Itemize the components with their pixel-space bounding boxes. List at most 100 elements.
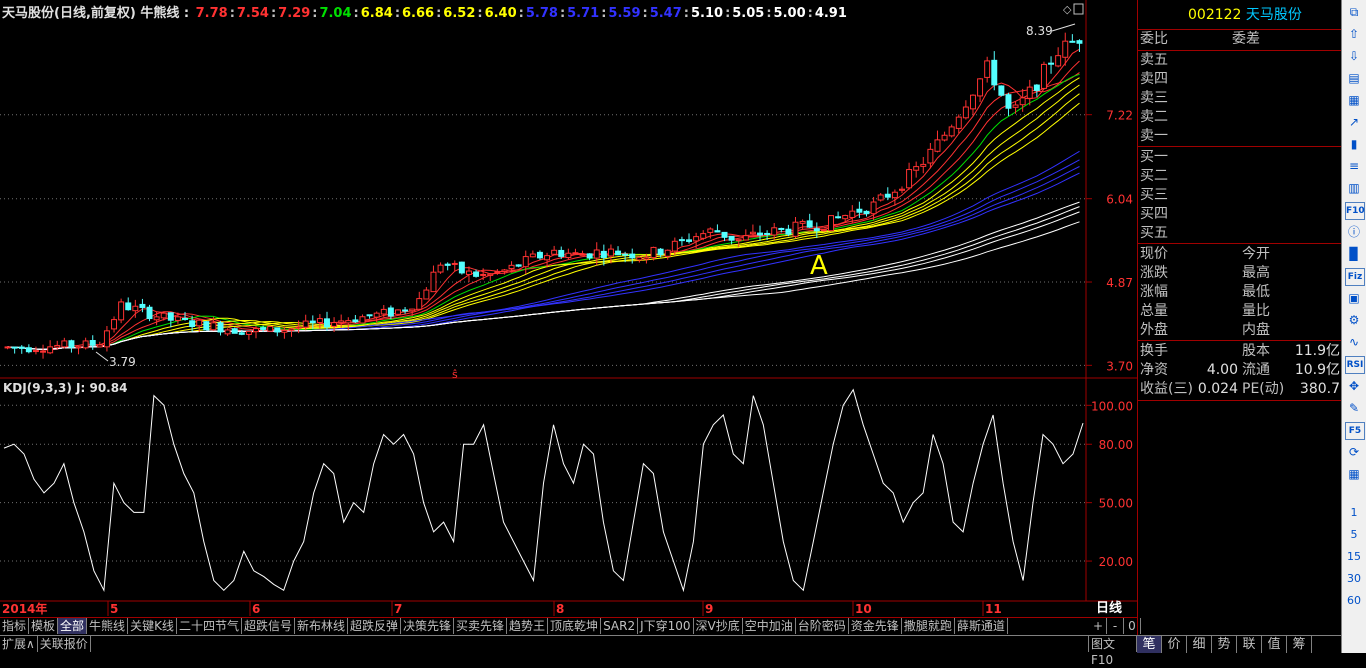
indicator-tab[interactable]: 超跌反弹	[348, 618, 401, 634]
indicator-tab[interactable]: 全部	[58, 618, 88, 634]
right-toolbar: ⧉ ⇧ ⇩ ▤ ▦ ↗ ▮ ≡ ▥ F10 ⓘ ▉ Fiz ▣ ⚙ ∿ RSI ✥ ✎ F5 ⟳ ▦ 1 5 15 30 60	[1341, 0, 1366, 653]
sell-level-5: 卖五	[1140, 52, 1168, 68]
candle-body	[522, 256, 529, 268]
indicator-tab[interactable]: 指标	[0, 618, 30, 634]
period-60-button[interactable]: 60	[1342, 594, 1366, 607]
down-arrow-icon[interactable]: ⇩	[1345, 48, 1363, 64]
indicator-tab[interactable]: 顶底乾坤	[548, 618, 602, 634]
indicator-tab[interactable]: 趋势王	[507, 618, 549, 634]
low-price-label: 3.79	[109, 355, 136, 369]
candle-body	[1019, 97, 1026, 106]
candle-body	[210, 322, 217, 331]
candle-body	[693, 236, 700, 242]
line-chart-icon[interactable]: ↗	[1345, 114, 1363, 130]
fundamental-label: 收益(三)	[1140, 381, 1193, 397]
period-5-button[interactable]: 5	[1342, 528, 1366, 541]
bottom-tab[interactable]: 关联报价	[38, 636, 91, 652]
wave-icon[interactable]: ∿	[1345, 334, 1363, 350]
indicator-tab[interactable]: 模板	[29, 618, 59, 634]
indicator-tab[interactable]: 关键K线	[128, 618, 177, 634]
stock-name: 天马股份	[1245, 7, 1302, 23]
period-label[interactable]: 日线	[1096, 600, 1122, 616]
candle-body	[189, 320, 196, 328]
candle-body	[1055, 55, 1062, 67]
indicator-tab[interactable]: 超跌信号	[242, 618, 295, 634]
candle-body	[721, 231, 728, 238]
diamond-icon[interactable]: ◇	[1063, 3, 1072, 16]
period-30-button[interactable]: 30	[1342, 572, 1366, 585]
indicator-tab[interactable]: 资金先锋	[849, 618, 902, 634]
candle-body	[387, 307, 394, 317]
tab-control-button[interactable]: 0	[1124, 618, 1141, 634]
tab-control-button[interactable]: +	[1090, 618, 1107, 634]
bottom-tab[interactable]: 扩展∧	[0, 636, 38, 652]
panel-tab[interactable]: 筹	[1287, 636, 1312, 653]
stock-header: 002122 天马股份	[1188, 6, 1302, 25]
indicator-tab[interactable]: 深V抄底	[694, 618, 743, 634]
candle-body	[792, 221, 799, 237]
indicator-tab[interactable]: 二十四节气	[177, 618, 242, 634]
candle-body	[969, 94, 976, 110]
kdj-tick-label: 100.00	[1091, 399, 1133, 413]
indicator-tab[interactable]: 撒腿就跑	[902, 618, 955, 634]
candle-body	[742, 235, 749, 241]
image-icon[interactable]: ▣	[1345, 290, 1363, 306]
table-icon[interactable]: ▥	[1345, 180, 1363, 196]
indicator-tab[interactable]: 空中加油	[743, 618, 796, 634]
high-price-pointer	[1051, 23, 1076, 32]
event-marker-icon[interactable]: ŝ	[452, 368, 458, 381]
panel-tab[interactable]: 联	[1237, 636, 1262, 653]
indicator-tab[interactable]: 牛熊线	[87, 618, 129, 634]
bar-icon[interactable]: ▉	[1345, 246, 1363, 262]
indicator-tab[interactable]: 决策先锋	[401, 618, 455, 634]
indicator-tab[interactable]: 薛斯通道	[955, 618, 1008, 634]
candle-body	[331, 322, 338, 327]
indicator-tab[interactable]: SAR2	[601, 618, 639, 634]
candle-body	[1005, 94, 1012, 109]
f5-icon[interactable]: F5	[1345, 422, 1365, 440]
tile-icon[interactable]: ▦	[1345, 466, 1363, 482]
window-restore-icon[interactable]	[1073, 3, 1084, 15]
restore-icon[interactable]: ⧉	[1345, 4, 1363, 20]
f10-icon[interactable]: F10	[1345, 202, 1365, 220]
indicator-tab[interactable]: J下穿100	[638, 618, 694, 634]
list-icon[interactable]: ≡	[1345, 158, 1363, 174]
candle-body	[18, 346, 25, 349]
candle-body	[686, 239, 693, 242]
candle-body	[345, 320, 352, 324]
indicator-tab[interactable]: 买卖先锋	[454, 618, 508, 634]
tab-control-button[interactable]: -	[1107, 618, 1124, 634]
candle-body	[714, 230, 721, 233]
fundamental-value: 0.024	[1197, 381, 1238, 397]
fiz-icon[interactable]: Fiz	[1345, 268, 1365, 286]
panel-tab[interactable]: 笔	[1137, 636, 1162, 653]
panel-tab[interactable]: 势	[1212, 636, 1237, 653]
candle-body	[167, 312, 174, 321]
candle-body	[529, 253, 536, 258]
chart-icon[interactable]: ▤	[1345, 70, 1363, 86]
pen-icon[interactable]: ✎	[1345, 400, 1363, 416]
separator	[1138, 146, 1341, 147]
panel-tab[interactable]: 价	[1162, 636, 1187, 653]
candle-body	[643, 257, 650, 260]
grid-icon[interactable]: ▦	[1345, 92, 1363, 108]
candle-body	[68, 340, 75, 348]
period-15-button[interactable]: 15	[1342, 550, 1366, 563]
panel-tab[interactable]: 值	[1262, 636, 1287, 653]
price-chart[interactable]: ◇ 7.22 6.04 4.87 3.70 100.00 80.00 50.00 20.00…	[0, 0, 1137, 617]
indicator-tab[interactable]: 新布林线	[295, 618, 348, 634]
info-icon[interactable]: ⓘ	[1345, 224, 1363, 240]
candle-body	[1026, 86, 1033, 99]
panel-tab[interactable]: 细	[1187, 636, 1212, 653]
period-1-button[interactable]: 1	[1342, 506, 1366, 519]
candle-body	[288, 328, 295, 331]
bottom-bar: 扩展∧ 关联报价 图文F10	[0, 635, 1137, 667]
candle-icon[interactable]: ▮	[1345, 136, 1363, 152]
f10-link[interactable]: 图文F10	[1088, 636, 1137, 667]
move-icon[interactable]: ✥	[1345, 378, 1363, 394]
settings-icon[interactable]: ⚙	[1345, 312, 1363, 328]
up-arrow-icon[interactable]: ⇧	[1345, 26, 1363, 42]
rsi-icon[interactable]: RSI	[1345, 356, 1365, 374]
indicator-tab[interactable]: 台阶密码	[796, 618, 849, 634]
refresh-icon[interactable]: ⟳	[1345, 444, 1363, 460]
